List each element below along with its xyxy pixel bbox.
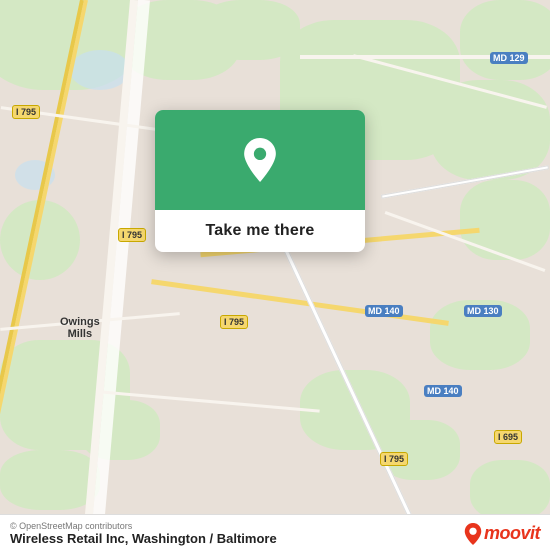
state-road-md140-se: MD 140	[424, 385, 462, 397]
state-road-md130: MD 130	[464, 305, 502, 317]
highway-label-i795-nw: I 795	[12, 105, 40, 119]
location-pin-icon	[238, 138, 282, 182]
state-road-md129: MD 129	[490, 52, 528, 64]
attribution-text: © OpenStreetMap contributors	[10, 521, 277, 531]
highway-label-i795-mid: I 795	[118, 228, 146, 242]
highway-label-i795-se: I 795	[380, 452, 408, 466]
highway-label-i695: I 695	[494, 430, 522, 444]
map: I 795 I 795 I 795 I 795 I 695 MD 129 MD …	[0, 0, 550, 550]
place-name-text: Wireless Retail Inc, Washington / Baltim…	[10, 531, 277, 546]
town-label-owings-mills: OwingsMills	[60, 316, 100, 340]
bottom-bar-info: © OpenStreetMap contributors Wireless Re…	[10, 521, 277, 546]
popup-icon-area	[155, 110, 365, 210]
popup-card: Take me there	[155, 110, 365, 252]
moovit-brand-text: moovit	[484, 523, 540, 544]
take-me-there-button[interactable]: Take me there	[205, 222, 314, 240]
popup-button-area[interactable]: Take me there	[155, 210, 365, 252]
highway-label-i795-center: I 795	[220, 315, 248, 329]
moovit-logo: moovit	[464, 523, 540, 545]
state-road-md140-e: MD 140	[365, 305, 403, 317]
moovit-pin-icon	[464, 523, 482, 545]
bottom-bar: © OpenStreetMap contributors Wireless Re…	[0, 514, 550, 550]
